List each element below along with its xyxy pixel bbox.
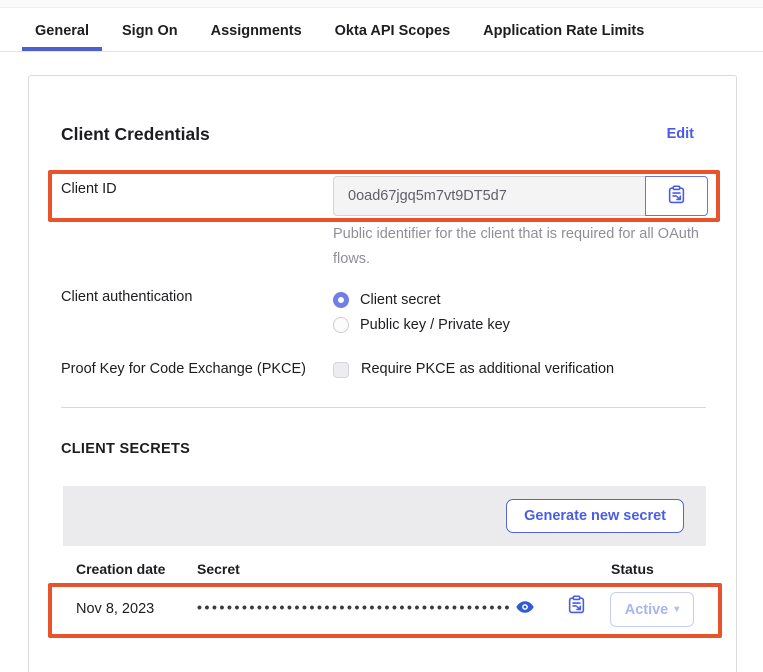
tab-general[interactable]: General xyxy=(22,23,102,51)
copy-secret-button[interactable] xyxy=(567,595,586,614)
pkce-checkbox[interactable] xyxy=(333,362,349,378)
radio-public-private-key[interactable]: Public key / Private key xyxy=(333,312,510,337)
reveal-secret-button[interactable] xyxy=(515,597,535,617)
chevron-down-icon: ▾ xyxy=(674,604,679,615)
edit-link[interactable]: Edit xyxy=(667,126,694,142)
client-id-copy-button[interactable] xyxy=(645,176,708,216)
client-secrets-toolbar: Generate new secret xyxy=(63,486,706,546)
column-header-secret: Secret xyxy=(197,561,240,577)
tab-assignments[interactable]: Assignments xyxy=(198,23,315,51)
client-secrets-title: CLIENT SECRETS xyxy=(61,441,190,457)
client-id-field-group xyxy=(333,176,708,216)
secret-creation-date: Nov 8, 2023 xyxy=(76,601,154,617)
column-header-status: Status xyxy=(611,561,654,577)
page-top-strip xyxy=(0,0,763,8)
client-credentials-title: Client Credentials xyxy=(61,124,210,145)
tab-okta-api-scopes[interactable]: Okta API Scopes xyxy=(322,23,464,51)
client-authentication-label: Client authentication xyxy=(61,289,192,305)
tab-application-rate-limits[interactable]: Application Rate Limits xyxy=(470,23,657,51)
client-authentication-options: Client secret Public key / Private key xyxy=(333,287,510,337)
clipboard-icon xyxy=(567,602,586,617)
radio-selected-icon[interactable] xyxy=(333,292,349,308)
pkce-label: Proof Key for Code Exchange (PKCE) xyxy=(61,361,306,377)
radio-public-private-key-label: Public key / Private key xyxy=(360,317,510,333)
status-label: Active xyxy=(625,602,669,618)
section-divider xyxy=(61,407,706,408)
radio-client-secret[interactable]: Client secret xyxy=(333,287,510,312)
eye-icon xyxy=(515,605,535,620)
client-id-input[interactable] xyxy=(333,176,646,216)
radio-client-secret-label: Client secret xyxy=(360,292,441,308)
column-header-creation-date: Creation date xyxy=(76,561,165,577)
generate-new-secret-button[interactable]: Generate new secret xyxy=(506,499,684,533)
clipboard-icon xyxy=(667,185,686,207)
app-tab-bar: General Sign On Assignments Okta API Sco… xyxy=(0,8,763,52)
client-id-label: Client ID xyxy=(61,181,117,197)
client-credentials-card: Client Credentials Edit Client ID Public… xyxy=(28,75,737,672)
pkce-checkbox-label: Require PKCE as additional verification xyxy=(361,361,614,377)
tab-sign-on[interactable]: Sign On xyxy=(109,23,191,51)
masked-secret-value: ••••••••••••••••••••••••••••••••••••••••… xyxy=(197,599,512,615)
radio-unselected-icon[interactable] xyxy=(333,317,349,333)
client-id-help-text: Public identifier for the client that is… xyxy=(333,222,725,272)
secret-status-dropdown[interactable]: Active ▾ xyxy=(610,592,694,627)
